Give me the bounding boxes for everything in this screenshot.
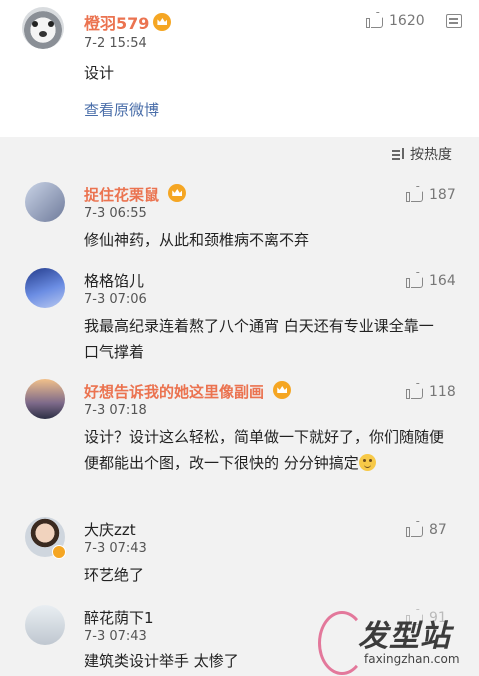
comment-like-button[interactable]: 187: [406, 186, 456, 203]
site-watermark: 发型站 faxingzhan.com: [318, 607, 478, 675]
commenter-name[interactable]: 捉住花栗鼠: [84, 184, 187, 205]
comment-time: 7-3 07:06: [84, 292, 147, 307]
commenter-name[interactable]: 格格馅儿: [84, 270, 144, 291]
comment-time: 7-3 06:55: [84, 206, 147, 221]
comment-time: 7-3 07:18: [84, 403, 147, 418]
thumbs-up-icon: [406, 272, 424, 288]
commenter-avatar[interactable]: [25, 379, 65, 419]
view-original-link[interactable]: 查看原微博: [84, 99, 159, 120]
comment-like-button[interactable]: 164: [406, 272, 456, 289]
vip-crown-icon: [273, 381, 292, 399]
post-avatar[interactable]: [22, 7, 64, 49]
post-like-count: 1620: [389, 13, 425, 29]
comment-text: 设计？设计这么轻松，简单做一下就好了，你们随随便便都能出个图，改一下很快的 分分…: [84, 428, 445, 472]
vip-crown-icon: [153, 13, 172, 31]
commenter-name[interactable]: 大庆zzt: [84, 519, 136, 540]
comment-time: 7-3 07:43: [84, 629, 147, 644]
verified-badge-icon: [52, 545, 66, 559]
doge-emoji-icon: [358, 454, 376, 471]
watermark-url: faxingzhan.com: [364, 652, 460, 666]
comment-like-count: 87: [429, 522, 447, 538]
comment-like-count: 118: [429, 384, 456, 400]
sort-by-hot-button[interactable]: 按热度: [392, 144, 452, 164]
sort-label: 按热度: [410, 147, 452, 163]
post-content: 设计: [84, 64, 115, 82]
commenter-avatar[interactable]: [25, 605, 65, 645]
comment-like-button[interactable]: 87: [406, 521, 447, 538]
commenter-avatar[interactable]: [25, 268, 65, 308]
original-post: 橙羽579 7-2 15:54 设计 查看原微博 1620: [0, 0, 479, 137]
sort-icon: [392, 148, 406, 160]
thumbs-up-icon: [406, 383, 424, 399]
comment-time: 7-3 07:43: [84, 541, 147, 556]
comment-text: 我最高纪录连着熬了八个通宵 白天还有专业课全靠一口气撑着: [84, 317, 434, 361]
comments-section: 按热度: [0, 137, 479, 676]
comment-text: 修仙神药，从此和颈椎病不离不弃: [84, 231, 310, 249]
comment-like-count: 187: [429, 187, 456, 203]
thumbs-up-icon: [366, 12, 384, 28]
thumbs-up-icon: [406, 521, 424, 537]
watermark-logo-text: 发型站: [358, 619, 451, 654]
post-username[interactable]: 橙羽579: [84, 10, 172, 34]
commenter-name[interactable]: 好想告诉我的她这里像副画: [84, 381, 292, 402]
post-time: 7-2 15:54: [84, 36, 147, 51]
comment-like-count: 164: [429, 273, 456, 289]
commenter-name[interactable]: 醉花荫下1: [84, 607, 154, 628]
comment-text: 环艺绝了: [84, 566, 145, 584]
comment-like-button[interactable]: 118: [406, 383, 456, 400]
post-like-button[interactable]: 1620: [366, 12, 425, 29]
commenter-avatar[interactable]: [25, 182, 65, 222]
thumbs-up-icon: [406, 186, 424, 202]
comment-icon[interactable]: [446, 14, 462, 28]
vip-crown-icon: [168, 184, 187, 202]
